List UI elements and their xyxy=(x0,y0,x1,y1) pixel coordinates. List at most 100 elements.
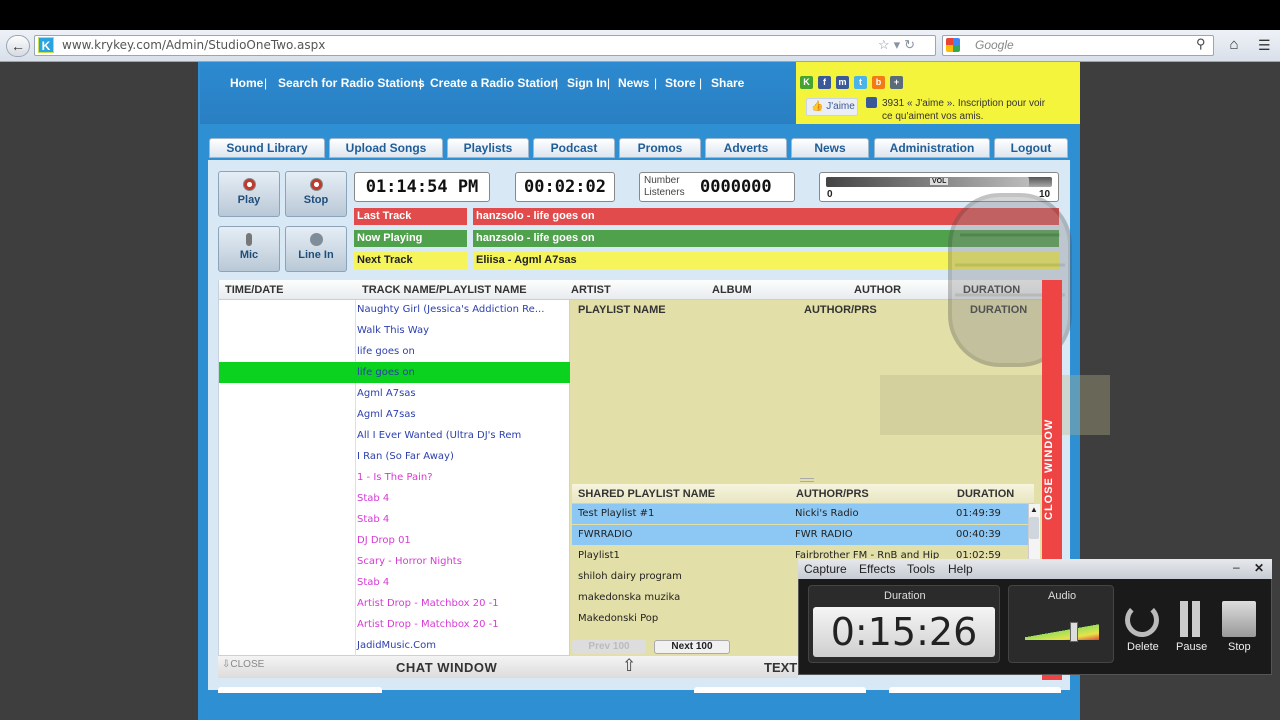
scrollbar-thumb[interactable] xyxy=(1029,517,1039,539)
list-item[interactable]: Scary - Horror Nights xyxy=(357,556,462,567)
col-shared-duration[interactable]: DURATION xyxy=(957,488,1014,500)
nav-separator: | xyxy=(654,76,658,90)
mic-button[interactable]: Mic xyxy=(218,226,280,272)
table-row[interactable]: FWRRADIO FWR RADIO 00:40:39 xyxy=(572,525,1034,545)
list-item[interactable]: Stab 4 xyxy=(357,577,389,588)
nav-news[interactable]: News xyxy=(618,76,649,90)
list-item[interactable]: Artist Drop - Matchbox 20 -1 xyxy=(357,598,499,609)
list-item[interactable]: Artist Drop - Matchbox 20 -1 xyxy=(357,619,499,630)
list-item[interactable]: life goes on xyxy=(357,346,415,357)
url-text[interactable]: www.krykey.com/Admin/StudioOneTwo.aspx xyxy=(62,38,325,52)
nav-search-stations[interactable]: Search for Radio Stations xyxy=(278,76,425,90)
splitter-handle[interactable] xyxy=(800,478,814,482)
menu-effects[interactable]: Effects xyxy=(859,562,895,576)
next-100-button[interactable]: Next 100 xyxy=(654,640,730,654)
list-item[interactable]: All I Ever Wanted (Ultra DJ's Rem xyxy=(357,430,521,441)
up-arrow-icon[interactable]: ⇧ xyxy=(622,656,636,676)
col-shared-author[interactable]: AUTHOR/PRS xyxy=(796,488,869,500)
col-album[interactable]: ALBUM xyxy=(712,284,752,296)
shared-cell-duration: 01:49:39 xyxy=(956,508,1001,519)
list-item[interactable]: Stab 4 xyxy=(357,493,389,504)
site-header xyxy=(200,62,796,124)
menu-help[interactable]: Help xyxy=(948,562,973,576)
stop-button[interactable]: Stop xyxy=(285,171,347,217)
table-row[interactable]: Test Playlist #1 Nicki's Radio 01:49:39 xyxy=(572,504,1034,524)
clock-display: 01:14:54 PM xyxy=(354,172,490,202)
back-button[interactable]: ← xyxy=(6,35,30,57)
list-item[interactable]: Walk This Way xyxy=(357,325,429,336)
tab-podcast[interactable]: Podcast xyxy=(533,138,615,158)
nav-separator: | xyxy=(607,76,611,90)
tab-logout[interactable]: Logout xyxy=(994,138,1068,158)
tab-adverts[interactable]: Adverts xyxy=(705,138,787,158)
list-item[interactable]: Agml A7sas xyxy=(357,409,416,420)
stop-label[interactable]: Stop xyxy=(1228,641,1251,653)
tab-news[interactable]: News xyxy=(791,138,869,158)
list-item[interactable]: I Ran (So Far Away) xyxy=(357,451,454,462)
list-item[interactable]: life goes on xyxy=(357,367,415,378)
facebook-like-text: 3931 « J'aime ». Inscription pour voir c… xyxy=(882,98,1046,122)
minimize-icon[interactable]: – xyxy=(1233,560,1240,574)
text-window-label[interactable]: TEXT xyxy=(764,660,797,675)
nav-home[interactable]: Home xyxy=(230,76,263,90)
tab-playlists[interactable]: Playlists xyxy=(447,138,529,158)
search-placeholder[interactable]: Google xyxy=(975,38,1014,52)
window-titlebar xyxy=(0,0,1280,30)
delete-icon[interactable] xyxy=(1125,603,1159,637)
nav-store[interactable]: Store xyxy=(665,76,696,90)
close-window-label: CLOSE WINDOW xyxy=(1043,418,1055,520)
tab-administration[interactable]: Administration xyxy=(874,138,990,158)
twitter-icon[interactable]: t xyxy=(854,76,867,89)
line-in-button[interactable]: Line In xyxy=(285,226,347,272)
list-item[interactable]: Naughty Girl (Jessica's Addiction Re... xyxy=(357,304,544,315)
duration-display: 0:15:26 xyxy=(813,607,995,657)
listeners-value: 0000000 xyxy=(700,177,772,197)
close-label: CLOSE xyxy=(230,659,265,670)
pause-label[interactable]: Pause xyxy=(1176,641,1207,653)
krykey-icon[interactable]: K xyxy=(800,76,813,89)
col-track-name[interactable]: TRACK NAME/PLAYLIST NAME xyxy=(362,284,527,296)
list-item[interactable]: 1 - Is The Pain? xyxy=(357,472,433,483)
col-time-date[interactable]: TIME/DATE xyxy=(225,284,283,296)
menu-capture[interactable]: Capture xyxy=(804,562,847,576)
col-shared-name[interactable]: SHARED PLAYLIST NAME xyxy=(578,488,715,500)
menu-icon[interactable]: ☰ xyxy=(1258,35,1280,57)
shared-cell-name: shiloh dairy program xyxy=(578,571,682,582)
list-item[interactable]: JadidMusic.Com xyxy=(357,640,436,651)
search-icon[interactable]: ⚲ xyxy=(1196,36,1206,52)
google-icon[interactable] xyxy=(946,38,960,52)
share-icon[interactable]: + xyxy=(890,76,903,89)
list-item[interactable]: Agml A7sas xyxy=(357,388,416,399)
stop-icon[interactable] xyxy=(1222,601,1256,637)
audio-slider-thumb[interactable] xyxy=(1070,622,1078,642)
audio-level-meter[interactable] xyxy=(1025,618,1099,640)
close-chat-button[interactable]: ⇩CLOSE xyxy=(222,659,264,670)
close-icon[interactable]: ✕ xyxy=(1254,561,1264,575)
menu-tools[interactable]: Tools xyxy=(907,562,935,576)
list-item[interactable]: DJ Drop 01 xyxy=(357,535,411,546)
col-artist[interactable]: ARTIST xyxy=(571,284,611,296)
col-playlist-name[interactable]: PLAYLIST NAME xyxy=(578,304,666,316)
list-item[interactable]: Stab 4 xyxy=(357,514,389,525)
home-icon[interactable]: ⌂ xyxy=(1222,35,1246,57)
bookmark-star-icon[interactable]: ☆▾↻ xyxy=(878,37,919,53)
col-author-prs[interactable]: AUTHOR/PRS xyxy=(804,304,877,316)
now-playing-label: Now Playing xyxy=(354,230,467,247)
tab-upload-songs[interactable]: Upload Songs xyxy=(329,138,443,158)
nav-share[interactable]: Share xyxy=(711,76,744,90)
blogger-icon[interactable]: b xyxy=(872,76,885,89)
like-button[interactable]: 👍 J'aime xyxy=(806,98,858,116)
nav-sign-in[interactable]: Sign In xyxy=(567,76,607,90)
nav-create-station[interactable]: Create a Radio Station xyxy=(430,76,558,90)
pause-icon[interactable] xyxy=(1192,601,1200,637)
scroll-up-icon[interactable]: ▲ xyxy=(1029,505,1039,515)
facebook-icon[interactable]: f xyxy=(818,76,831,89)
tab-promos[interactable]: Promos xyxy=(619,138,701,158)
prev-100-button[interactable]: Prev 100 xyxy=(572,640,646,654)
play-button[interactable]: Play xyxy=(218,171,280,217)
pause-icon-bar[interactable] xyxy=(1180,601,1188,637)
myspace-icon[interactable]: m xyxy=(836,76,849,89)
tab-sound-library[interactable]: Sound Library xyxy=(209,138,325,158)
delete-label[interactable]: Delete xyxy=(1127,641,1159,653)
chat-window-label[interactable]: CHAT WINDOW xyxy=(396,660,497,675)
